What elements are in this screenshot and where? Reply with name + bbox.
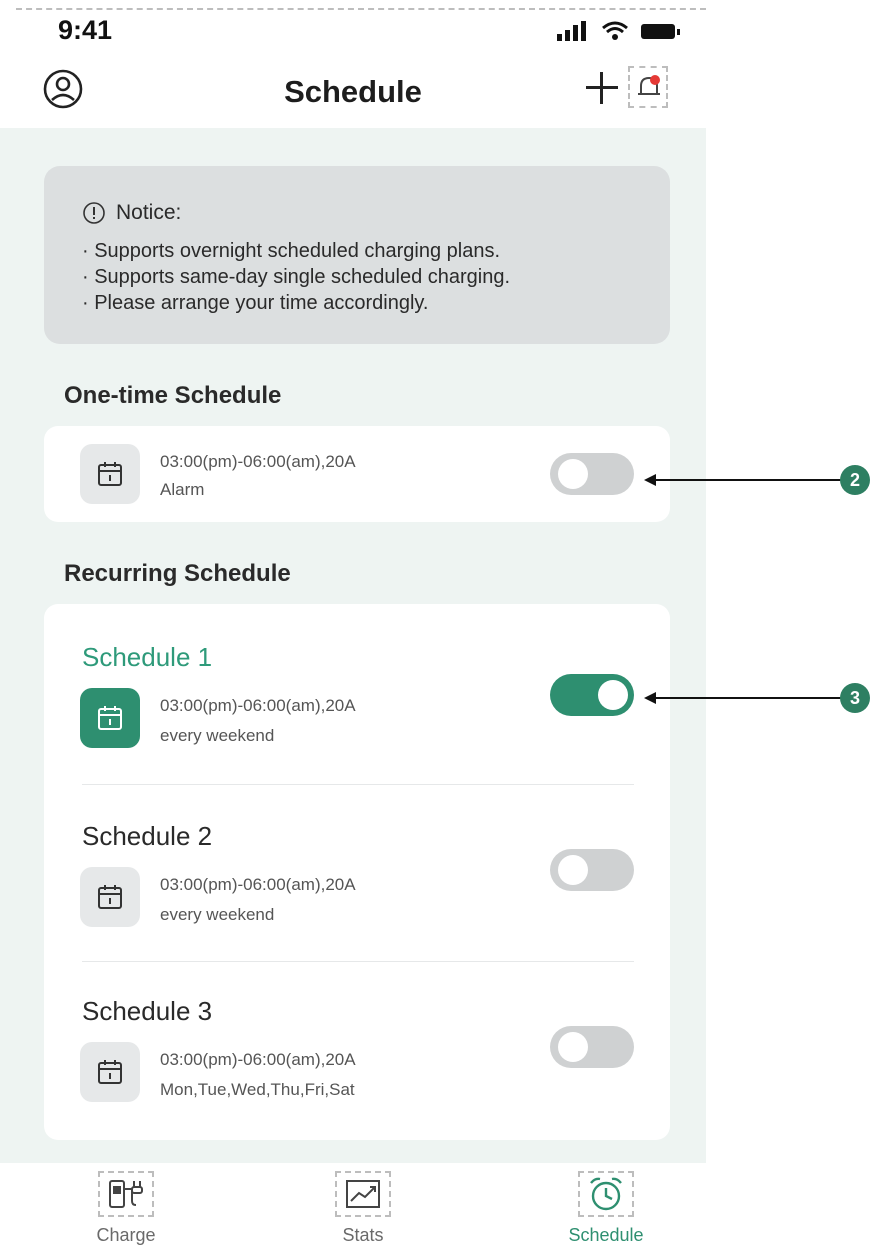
- one-time-toggle[interactable]: [550, 453, 634, 495]
- recurring-row-2[interactable]: Schedule 2 03:00(pm)-06:00(am),20A every…: [44, 785, 670, 961]
- signal-wifi-battery-icon: [557, 21, 680, 41]
- calendar-icon: [98, 885, 122, 909]
- toggle-knob: [558, 1032, 588, 1062]
- calendar-icon: [98, 1060, 122, 1084]
- alarm-clock-icon: [578, 1171, 634, 1217]
- recurring-schedule-card: Schedule 1 03:00(pm)-06:00(am),20A every…: [44, 604, 670, 1140]
- page: 9:41 Schedule Notice: · Supports overnig…: [0, 0, 871, 1251]
- annotation-line: [656, 697, 842, 699]
- schedule-2-toggle[interactable]: [550, 849, 634, 891]
- schedule-name: Schedule 3: [82, 996, 213, 1026]
- recurring-section-title: Recurring Schedule: [64, 560, 291, 587]
- calendar-icon: [98, 462, 122, 486]
- bell-icon: [638, 75, 660, 95]
- notice-header: Notice:: [82, 200, 181, 226]
- calendar-badge: [80, 444, 140, 504]
- schedule-repeat: every weekend: [160, 726, 275, 745]
- calendar-badge-active: [80, 688, 140, 748]
- chart-icon: [335, 1171, 391, 1217]
- phone-screen: 9:41 Schedule Notice: · Supports overnig…: [0, 0, 706, 1251]
- status-icons: [557, 20, 687, 42]
- schedule-repeat: every weekend: [160, 905, 275, 924]
- schedule-time: 03:00(pm)-06:00(am),20A: [160, 875, 356, 894]
- annotation-badge: 3: [840, 683, 870, 713]
- notice-title: Notice:: [116, 201, 182, 224]
- calendar-badge: [80, 867, 140, 927]
- toggle-knob: [558, 855, 588, 885]
- one-time-section-title: One-time Schedule: [64, 382, 282, 409]
- bottom-tab-bar: Charge Stats Schedule: [0, 1163, 706, 1251]
- recurring-row-3[interactable]: Schedule 3 03:00(pm)-06:00(am),20A Mon,T…: [44, 962, 670, 1140]
- calendar-icon: [98, 706, 122, 730]
- status-time: 9:41: [58, 15, 113, 45]
- tab-charge[interactable]: Charge: [56, 1163, 196, 1251]
- notice-box: Notice: · Supports overnight scheduled c…: [44, 166, 670, 344]
- one-time-schedule-card[interactable]: 03:00(pm)-06:00(am),20A Alarm: [44, 426, 670, 522]
- schedule-repeat: Alarm: [160, 480, 205, 499]
- add-schedule-button[interactable]: [584, 70, 620, 106]
- tab-stats[interactable]: Stats: [293, 1163, 433, 1251]
- app-header: Schedule: [0, 50, 706, 128]
- toggle-knob: [558, 459, 588, 489]
- status-bar: 9:41: [0, 0, 706, 50]
- schedule-1-toggle[interactable]: [550, 674, 634, 716]
- schedule-time: 03:00(pm)-06:00(am),20A: [160, 696, 356, 715]
- annotation-line: [656, 479, 842, 481]
- tab-schedule[interactable]: Schedule: [536, 1163, 676, 1251]
- notice-lines: · Supports overnight scheduled charging …: [82, 238, 510, 316]
- content-area: Notice: · Supports overnight scheduled c…: [0, 128, 706, 1163]
- one-time-row: 03:00(pm)-06:00(am),20A Alarm: [44, 426, 670, 522]
- toggle-knob: [598, 680, 628, 710]
- info-circle-icon: [83, 202, 105, 224]
- recurring-row-1[interactable]: Schedule 1 03:00(pm)-06:00(am),20A every…: [44, 604, 670, 784]
- schedule-name: Schedule 2: [82, 821, 213, 851]
- annotation-arrowhead: [644, 474, 656, 486]
- annotation-badge: 2: [840, 465, 870, 495]
- notice-line: · Supports same-day single scheduled cha…: [82, 266, 511, 288]
- notification-button[interactable]: [628, 66, 668, 108]
- calendar-badge: [80, 1042, 140, 1102]
- notice-line: · Please arrange your time accordingly.: [82, 292, 429, 314]
- schedule-3-toggle[interactable]: [550, 1026, 634, 1068]
- notice-line: · Supports overnight scheduled charging …: [82, 240, 501, 262]
- annotation-arrowhead: [644, 692, 656, 704]
- charger-icon: [98, 1171, 154, 1217]
- tab-label: Schedule: [568, 1225, 644, 1245]
- tab-label: Stats: [342, 1225, 384, 1245]
- schedule-name: Schedule 1: [82, 642, 213, 672]
- schedule-time: 03:00(pm)-06:00(am),20A: [160, 1050, 356, 1069]
- plus-icon: [586, 72, 618, 104]
- tab-label: Charge: [96, 1225, 156, 1245]
- schedule-time: 03:00(pm)-06:00(am),20A: [160, 452, 356, 471]
- schedule-repeat: Mon,Tue,Wed,Thu,Fri,Sat: [160, 1080, 355, 1099]
